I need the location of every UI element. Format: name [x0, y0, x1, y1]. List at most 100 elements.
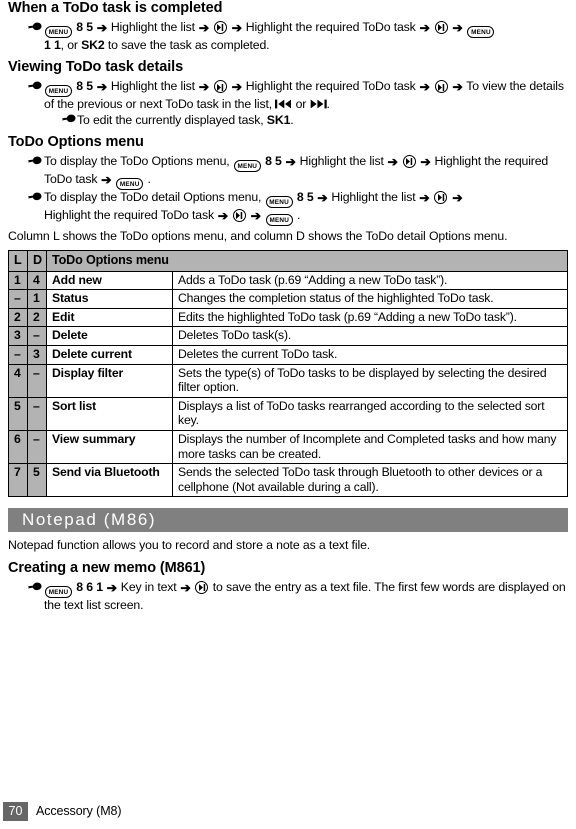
column-header-d: D	[27, 250, 47, 272]
pointing-hand-icon	[28, 22, 42, 33]
arrow-icon: ➔	[250, 208, 261, 223]
row-option-description: Adds a ToDo task (p.69 “Adding a new ToD…	[172, 270, 568, 291]
step-line-completed: MENU 8 5 ➔ Highlight the list ➔ ➔ Highli…	[8, 20, 568, 53]
arrow-icon: ➔	[106, 580, 117, 595]
key-sequence-85: 8 5	[76, 79, 93, 94]
notepad-intro-text: Notepad function allows you to record an…	[8, 538, 371, 553]
step-text-display-detail-options: To display the ToDo detail Options menu,	[44, 189, 262, 204]
row-option-name: Send via Bluetooth	[46, 463, 173, 498]
substep-line-edit-task: To edit the currently displayed task, SK…	[8, 113, 568, 128]
row-option-description: Sets the type(s) of ToDo tasks to be dis…	[172, 363, 568, 398]
arrow-icon: ➔	[419, 190, 430, 205]
row-l-value: 2	[8, 307, 28, 328]
menu-key-icon: MENU	[265, 213, 293, 226]
menu-key-icon: MENU	[45, 85, 72, 98]
fast-forward-key-icon	[310, 99, 327, 109]
menu-key-icon: MENU	[467, 26, 495, 38]
row-option-description: Changes the completion status of the hig…	[172, 289, 568, 309]
ok-key-icon	[213, 21, 227, 34]
section-title-bar-notepad: Notepad (M86)	[8, 508, 568, 533]
step-text-highlight-list: Highlight the list	[110, 20, 195, 34]
row-option-name: Add new	[46, 270, 173, 291]
row-d-value: –	[27, 363, 47, 398]
arrow-icon: ➔	[96, 21, 108, 35]
key-sequence-11: 1 1	[44, 38, 61, 52]
heading-viewing-details: Viewing ToDo task details	[8, 59, 184, 76]
table-row: 1 4 Add new Adds a ToDo task (p.69 “Addi…	[8, 270, 568, 291]
ok-key-icon	[232, 208, 246, 222]
arrow-icon: ➔	[387, 154, 398, 169]
column-header-l: L	[8, 250, 28, 272]
step-text-period: .	[297, 207, 301, 222]
key-sequence-85: 8 5	[265, 153, 282, 168]
arrow-icon: ➔	[198, 21, 210, 35]
step-line-create-memo: MENU 8 6 1 ➔ Key in text ➔ to save the e…	[8, 580, 568, 613]
arrow-icon: ➔	[452, 190, 463, 205]
menu-key-icon: MENU	[116, 177, 144, 190]
arrow-icon: ➔	[180, 580, 191, 595]
table-row: 2 2 Edit Edits the highlighted ToDo task…	[8, 307, 568, 328]
arrow-icon: ➔	[452, 80, 463, 95]
arrow-icon: ➔	[317, 190, 328, 205]
row-l-value: 6	[8, 430, 28, 465]
row-l-value: 5	[8, 396, 28, 432]
manual-page: When a ToDo task is completed MENU 8 5 ➔…	[0, 0, 576, 829]
row-d-value: –	[27, 326, 47, 347]
step-text-or: , or	[60, 38, 82, 52]
table-row: 4 – Display filter Sets the type(s) of T…	[8, 363, 568, 398]
arrow-icon: ➔	[285, 154, 296, 169]
ok-key-icon	[213, 80, 227, 94]
todo-options-table: L D ToDo Options menu 1 4 Add new Adds a…	[8, 250, 568, 498]
row-l-value: –	[8, 289, 28, 309]
table-row: 6 – View summary Displays the number of …	[8, 430, 568, 465]
ok-key-icon	[434, 80, 448, 94]
row-d-value: 1	[27, 289, 47, 309]
table-row: – 3 Delete current Deletes the current T…	[8, 345, 568, 365]
step-line-detail-options-menu: To display the ToDo detail Options menu,…	[8, 190, 568, 226]
ok-key-icon	[434, 21, 448, 34]
step-text-key-in-text: Key in text	[120, 579, 177, 594]
pointing-hand-icon	[28, 582, 42, 593]
row-option-description: Displays the number of Incomplete and Co…	[172, 430, 568, 465]
ok-key-icon	[195, 580, 209, 594]
heading-todo-options-menu: ToDo Options menu	[8, 133, 144, 150]
step-text-highlight-list: Highlight the list	[299, 153, 384, 168]
key-sequence-85: 8 5	[296, 189, 314, 204]
row-option-name: Display filter	[46, 363, 173, 398]
footer-chapter-title: Accessory (M8)	[36, 804, 122, 818]
step-text-period: .	[326, 97, 330, 112]
heading-task-completed: When a ToDo task is completed	[8, 0, 223, 16]
key-sequence-85: 8 5	[76, 20, 93, 34]
row-option-name: Delete current	[46, 345, 173, 365]
table-row: 3 – Delete Deletes ToDo task(s).	[8, 326, 568, 347]
row-option-name: View summary	[46, 430, 173, 465]
row-option-name: Sort list	[46, 396, 173, 432]
key-sk1: SK1	[266, 112, 291, 127]
row-l-value: 3	[8, 326, 28, 347]
row-option-description: Deletes ToDo task(s).	[172, 326, 568, 347]
table-body: 1 4 Add new Adds a ToDo task (p.69 “Addi…	[8, 270, 568, 498]
substep-text-post: .	[290, 112, 294, 127]
step-text-period: .	[147, 171, 151, 186]
row-l-value: 4	[8, 363, 28, 398]
table-row: – 1 Status Changes the completion status…	[8, 289, 568, 309]
arrow-icon: ➔	[419, 80, 430, 95]
step-text-highlight-list: Highlight the list	[110, 79, 195, 94]
row-d-value: 4	[27, 270, 47, 291]
menu-key-icon: MENU	[265, 195, 293, 208]
step-text-highlight-task: Highlight the required ToDo task	[245, 20, 416, 34]
table-header-row: L D ToDo Options menu	[8, 250, 568, 272]
pointing-hand-icon	[28, 81, 42, 92]
row-option-name: Edit	[46, 307, 173, 328]
row-l-value: 7	[8, 463, 28, 498]
row-option-description: Sends the selected ToDo task through Blu…	[172, 463, 568, 498]
footer-page-number: 70	[3, 802, 28, 821]
step-text-highlight-task: Highlight the required ToDo task	[44, 207, 214, 222]
page-footer: 70 Accessory (M8)	[0, 802, 576, 823]
row-option-name: Status	[46, 289, 173, 309]
key-sk2: SK2	[81, 38, 105, 52]
arrow-icon: ➔	[198, 80, 210, 95]
arrow-icon: ➔	[420, 154, 431, 169]
row-option-description: Deletes the current ToDo task.	[172, 345, 568, 365]
